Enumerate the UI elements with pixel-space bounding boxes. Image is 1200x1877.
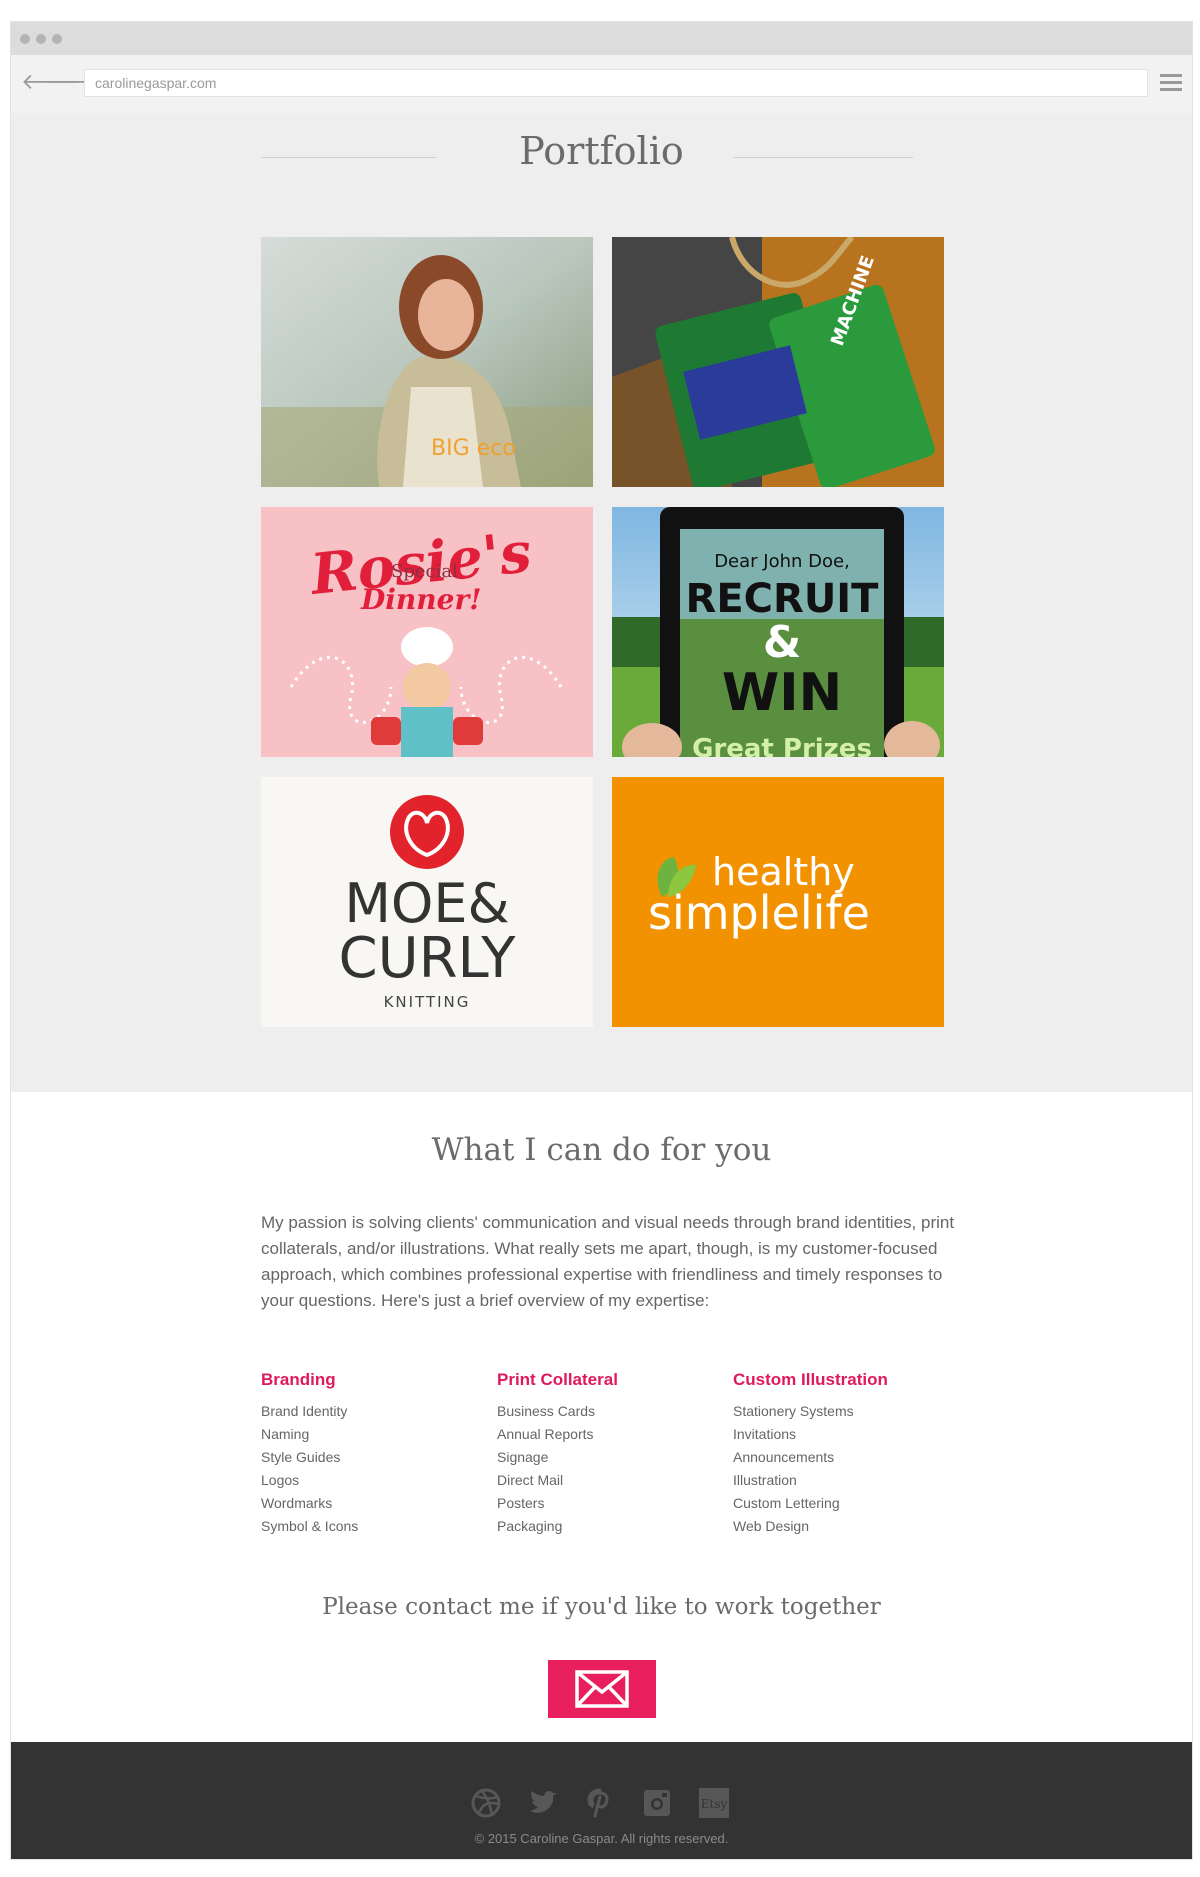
list-item: Illustration <box>733 1472 797 1488</box>
portfolio-tile-moe-curly[interactable]: MOE& CURLY KNITTING <box>261 777 593 1027</box>
services-column-print: Print Collateral Business Cards Annual R… <box>497 1370 618 1538</box>
column-title-print-collateral: Print Collateral <box>497 1370 618 1389</box>
column-title-custom-illustration: Custom Illustration <box>733 1370 888 1389</box>
window-dot-1[interactable] <box>20 34 30 44</box>
dribbble-icon[interactable] <box>470 1787 502 1819</box>
services-heading: What I can do for you <box>431 1132 772 1168</box>
browser-toolbar: 🡐 🡒 carolinegaspar.com <box>11 55 1192 114</box>
twitter-icon[interactable] <box>527 1787 559 1819</box>
services-section: What I can do for you My passion is solv… <box>11 1092 1192 1742</box>
portfolio-heading: Portfolio <box>519 129 684 173</box>
recruit-line1: Dear John Doe, <box>714 551 850 572</box>
list-item: Posters <box>497 1495 545 1511</box>
instagram-icon[interactable] <box>641 1787 673 1819</box>
window-dot-2[interactable] <box>36 34 46 44</box>
browser-titlebar <box>11 22 1192 55</box>
portfolio-tile-rosies[interactable]: Rosie's Special Dinner! <box>261 507 593 757</box>
list-item: Style Guides <box>261 1449 341 1465</box>
footer: Etsy © 2015 Caroline Gaspar. All rights … <box>11 1742 1192 1859</box>
big-eco-logo-text: BIG eco <box>431 436 516 461</box>
recruit-win-image: Dear John Doe, RECRUIT & WIN Great Prize… <box>612 507 944 757</box>
machine-image: MACHINE <box>612 237 944 487</box>
list-item: Announcements <box>733 1449 835 1465</box>
hamburger-menu-icon[interactable] <box>1160 74 1182 95</box>
rosies-image: Rosie's Special Dinner! <box>261 507 593 757</box>
recruit-line3: & <box>763 617 801 668</box>
etsy-icon[interactable]: Etsy <box>698 1787 730 1819</box>
portfolio-tile-big-eco[interactable]: BIG eco <box>261 237 593 487</box>
list-item: Symbol & Icons <box>261 1518 359 1534</box>
list-item: Direct Mail <box>497 1472 564 1488</box>
portfolio-tile-healthy-simple-life[interactable]: healthy simplelife <box>612 777 944 1027</box>
rosies-title2: Dinner! <box>360 583 482 616</box>
rosies-subtitle: Special <box>391 561 458 582</box>
services-intro: My passion is solving clients' communica… <box>261 1213 955 1310</box>
moe-curly-line2: CURLY <box>339 926 517 991</box>
list-item: Stationery Systems <box>733 1403 854 1419</box>
recruit-line5: Great Prizes <box>692 734 872 757</box>
moe-curly-line3: KNITTING <box>384 993 471 1011</box>
portfolio-tile-machine[interactable]: MACHINE <box>612 237 944 487</box>
copyright-text: © 2015 Caroline Gaspar. All rights reser… <box>474 1831 729 1846</box>
moe-curly-image: MOE& CURLY KNITTING <box>261 777 593 1027</box>
list-item: Logos <box>261 1472 300 1488</box>
list-item: Custom Lettering <box>733 1495 840 1511</box>
recruit-line2: RECRUIT <box>686 576 880 622</box>
list-item: Brand Identity <box>261 1403 348 1419</box>
healthy-line2: simplelife <box>648 886 870 940</box>
etsy-label: Etsy <box>701 1797 728 1811</box>
list-item: Wordmarks <box>261 1495 333 1511</box>
portfolio-section: Portfolio BIG eco MACHINE Rosie's Specia… <box>11 113 1192 1092</box>
list-item: Naming <box>261 1426 310 1442</box>
healthy-simple-life-image: healthy simplelife <box>612 777 944 1027</box>
window-dot-3[interactable] <box>52 34 62 44</box>
email-contact-button[interactable] <box>548 1660 656 1718</box>
list-item: Signage <box>497 1449 549 1465</box>
big-eco-image: BIG eco <box>261 237 593 487</box>
services-column-branding: Branding Brand Identity Naming Style Gui… <box>261 1370 358 1538</box>
services-column-illustration: Custom Illustration Stationery Systems I… <box>733 1370 888 1538</box>
column-title-branding: Branding <box>261 1370 336 1389</box>
list-item: Business Cards <box>497 1403 596 1419</box>
envelope-icon <box>575 1670 629 1708</box>
recruit-line4: WIN <box>722 663 842 723</box>
contact-prompt: Please contact me if you'd like to work … <box>322 1594 881 1620</box>
pinterest-icon[interactable] <box>584 1787 616 1819</box>
list-item: Annual Reports <box>497 1426 594 1442</box>
url-field[interactable]: carolinegaspar.com <box>84 69 1148 97</box>
browser-window: 🡐 🡒 carolinegaspar.com Portfolio BIG eco… <box>10 21 1193 1860</box>
portfolio-tile-recruit-win[interactable]: Dear John Doe, RECRUIT & WIN Great Prize… <box>612 507 944 757</box>
list-item: Packaging <box>497 1518 563 1534</box>
list-item: Invitations <box>733 1426 797 1442</box>
list-item: Web Design <box>733 1518 810 1534</box>
